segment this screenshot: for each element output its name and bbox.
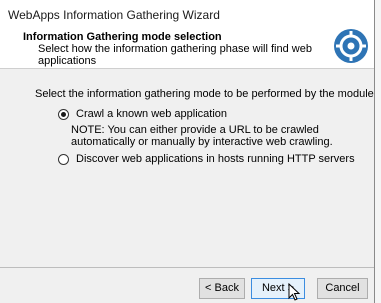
crawl-note: NOTE: You can either provide a URL to be… (71, 124, 333, 148)
wizard-footer: < Back Next > Cancel (0, 268, 374, 303)
radio-button-selected[interactable] (58, 108, 69, 120)
option-discover-apps[interactable]: Discover web applications in hosts runni… (58, 153, 355, 165)
back-button[interactable]: < Back (199, 278, 245, 299)
background-window-edge (375, 0, 381, 303)
header-subtitle: Select how the information gathering pha… (38, 43, 312, 67)
option-label[interactable]: Discover web applications in hosts runni… (76, 153, 355, 165)
mouse-pointer-icon (288, 283, 301, 301)
radio-button[interactable] (58, 153, 69, 165)
option-label[interactable]: Crawl a known web application (76, 108, 227, 120)
wizard-header: Information Gathering mode selection Sel… (0, 30, 374, 67)
mode-prompt: Select the information gathering mode to… (35, 88, 374, 100)
window-title: WebApps Information Gathering Wizard (0, 0, 374, 30)
wizard-dialog: WebApps Information Gathering Wizard Inf… (0, 0, 375, 303)
radio-dot (61, 111, 66, 117)
header-title: Information Gathering mode selection (23, 31, 222, 43)
crosshair-target-icon (334, 29, 368, 63)
cancel-button[interactable]: Cancel (317, 278, 368, 299)
option-crawl-known-app[interactable]: Crawl a known web application (58, 108, 227, 120)
wizard-content: Select the information gathering mode to… (0, 69, 374, 267)
